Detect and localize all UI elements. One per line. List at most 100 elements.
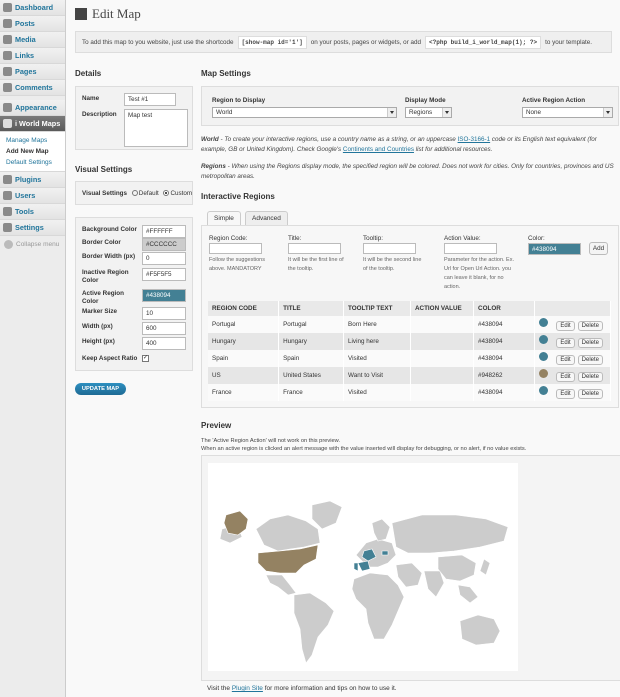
visual-field-input[interactable]: 10 bbox=[142, 307, 186, 320]
sidebar-item-dashboard[interactable]: Dashboard bbox=[0, 0, 65, 16]
alaska-active-region[interactable] bbox=[223, 510, 249, 536]
posts-icon bbox=[3, 19, 12, 28]
action-value-input[interactable] bbox=[444, 243, 497, 254]
continents-link[interactable]: Continents and Countries bbox=[343, 146, 414, 153]
custom-radio[interactable] bbox=[163, 190, 170, 197]
hungary-region[interactable] bbox=[381, 550, 389, 556]
update-map-button[interactable]: UPDATE MAP bbox=[75, 383, 126, 395]
region-display-label: Region to Display bbox=[212, 97, 266, 104]
submenu-manage-maps[interactable]: Manage Maps bbox=[6, 135, 65, 146]
cell-title: Hungary bbox=[278, 333, 345, 350]
region-display-select[interactable]: World bbox=[212, 107, 397, 118]
india-region[interactable] bbox=[423, 570, 445, 598]
cell-tooltip: Visited bbox=[343, 350, 411, 367]
cell-code: Hungary bbox=[208, 333, 280, 350]
mexico-region[interactable] bbox=[265, 574, 297, 596]
plugin-site-link[interactable]: Plugin Site bbox=[232, 685, 263, 692]
description-textarea[interactable]: Map test bbox=[124, 109, 188, 147]
sidebar-item-links[interactable]: Links bbox=[0, 48, 65, 64]
spain-region[interactable] bbox=[357, 560, 371, 572]
sidebar-item-label: Pages bbox=[15, 67, 37, 76]
visual-field-input[interactable]: #438094 bbox=[142, 289, 186, 302]
cell-color: #438094 bbox=[473, 384, 536, 401]
edit-button[interactable]: Edit bbox=[556, 372, 575, 382]
sidebar-item-i-world-maps[interactable]: i World Maps bbox=[0, 116, 65, 132]
edit-button[interactable]: Edit bbox=[556, 321, 575, 331]
table-row: Portugal Portugal Born Here #438094 Edit Dele… bbox=[208, 316, 611, 333]
color-input[interactable]: #438094 bbox=[528, 243, 581, 255]
submenu-add-new-map[interactable]: Add New Map bbox=[6, 146, 65, 157]
delete-button[interactable]: Delete bbox=[577, 389, 603, 399]
display-mode-label: Display Mode bbox=[405, 97, 446, 104]
africa-region[interactable] bbox=[351, 572, 405, 640]
sidebar-item-users[interactable]: Users bbox=[0, 188, 65, 204]
collapse-menu-button[interactable]: Collapse menu bbox=[0, 236, 65, 252]
chevron-down-icon bbox=[603, 108, 612, 117]
desc-regions-text: - When using the Regions display mode, t… bbox=[201, 163, 614, 180]
visual-field-input[interactable]: #FFFFFF bbox=[142, 225, 186, 238]
cell-title: France bbox=[278, 384, 345, 401]
action-value-label: Action Value: bbox=[444, 235, 481, 242]
japan-region[interactable] bbox=[479, 558, 491, 576]
edit-button[interactable]: Edit bbox=[556, 389, 575, 399]
delete-button[interactable]: Delete bbox=[577, 321, 603, 331]
title-input[interactable] bbox=[288, 243, 341, 254]
color-swatch bbox=[539, 318, 549, 327]
delete-button[interactable]: Delete bbox=[577, 338, 603, 348]
table-row: France France Visited #438094 Edit Delete bbox=[208, 384, 611, 401]
visual-field-input[interactable]: 600 bbox=[142, 322, 186, 335]
comments-icon bbox=[3, 83, 12, 92]
keep-aspect-label: Keep Aspect Ratio bbox=[82, 355, 138, 362]
russia-region[interactable] bbox=[391, 514, 509, 554]
add-region-button[interactable]: Add bbox=[589, 242, 608, 255]
sidebar-item-comments[interactable]: Comments bbox=[0, 80, 65, 96]
region-code-input[interactable] bbox=[209, 243, 262, 254]
sidebar-item-label: Plugins bbox=[15, 175, 42, 184]
active-action-select[interactable]: None bbox=[522, 107, 613, 118]
sidebar-item-pages[interactable]: Pages bbox=[0, 64, 65, 80]
canada-region[interactable] bbox=[255, 514, 321, 552]
scandinavia-region[interactable] bbox=[371, 518, 391, 542]
portugal-region[interactable] bbox=[353, 562, 359, 572]
sidebar-item-settings[interactable]: Settings bbox=[0, 220, 65, 236]
edit-button[interactable]: Edit bbox=[556, 338, 575, 348]
sidebar-item-label: Posts bbox=[15, 19, 35, 28]
delete-button[interactable]: Delete bbox=[577, 355, 603, 365]
display-mode-select[interactable]: Regions bbox=[405, 107, 452, 118]
greenland-region[interactable] bbox=[311, 500, 343, 530]
sidebar-item-media[interactable]: Media bbox=[0, 32, 65, 48]
sidebar-item-posts[interactable]: Posts bbox=[0, 16, 65, 32]
cell-actions: Edit Delete bbox=[534, 350, 611, 367]
tab-advanced[interactable]: Advanced bbox=[245, 211, 288, 226]
submenu-default-settings[interactable]: Default Settings bbox=[6, 157, 65, 168]
sidebar-item-appearance[interactable]: Appearance bbox=[0, 100, 65, 116]
tooltip-input[interactable] bbox=[363, 243, 416, 254]
cell-code: Spain bbox=[208, 350, 280, 367]
cell-code: US bbox=[208, 367, 280, 384]
middle-east-region[interactable] bbox=[395, 562, 423, 588]
se-asia-region[interactable] bbox=[457, 584, 479, 604]
name-input[interactable]: Test #1 bbox=[124, 93, 176, 106]
iso-link[interactable]: ISO-3166-1 bbox=[458, 136, 491, 143]
cell-code: France bbox=[208, 384, 280, 401]
cell-color: #438094 bbox=[473, 316, 536, 333]
visual-field-input[interactable]: 400 bbox=[142, 337, 186, 350]
action-value-note: Parameter for the action. Ex. Url for Op… bbox=[444, 257, 515, 290]
delete-button[interactable]: Delete bbox=[577, 372, 603, 382]
col-tooltip: TOOLTIP TEXT bbox=[343, 301, 411, 316]
tab-simple[interactable]: Simple bbox=[207, 211, 241, 226]
visual-field-input[interactable]: #F5F5F5 bbox=[142, 268, 186, 281]
sidebar-item-tools[interactable]: Tools bbox=[0, 204, 65, 220]
world-map-preview[interactable] bbox=[208, 463, 518, 671]
visual-field-input[interactable]: 0 bbox=[142, 252, 186, 265]
keep-aspect-checkbox[interactable]: ✓ bbox=[142, 355, 149, 362]
default-radio[interactable] bbox=[131, 190, 138, 197]
sidebar-item-plugins[interactable]: Plugins bbox=[0, 172, 65, 188]
china-region[interactable] bbox=[437, 554, 477, 582]
title-label: Title: bbox=[288, 235, 302, 242]
australia-region[interactable] bbox=[459, 614, 501, 646]
color-swatch bbox=[539, 386, 549, 395]
visual-field-input[interactable]: #CCCCCC bbox=[142, 238, 186, 251]
south-america-region[interactable] bbox=[293, 592, 335, 664]
edit-button[interactable]: Edit bbox=[556, 355, 575, 365]
